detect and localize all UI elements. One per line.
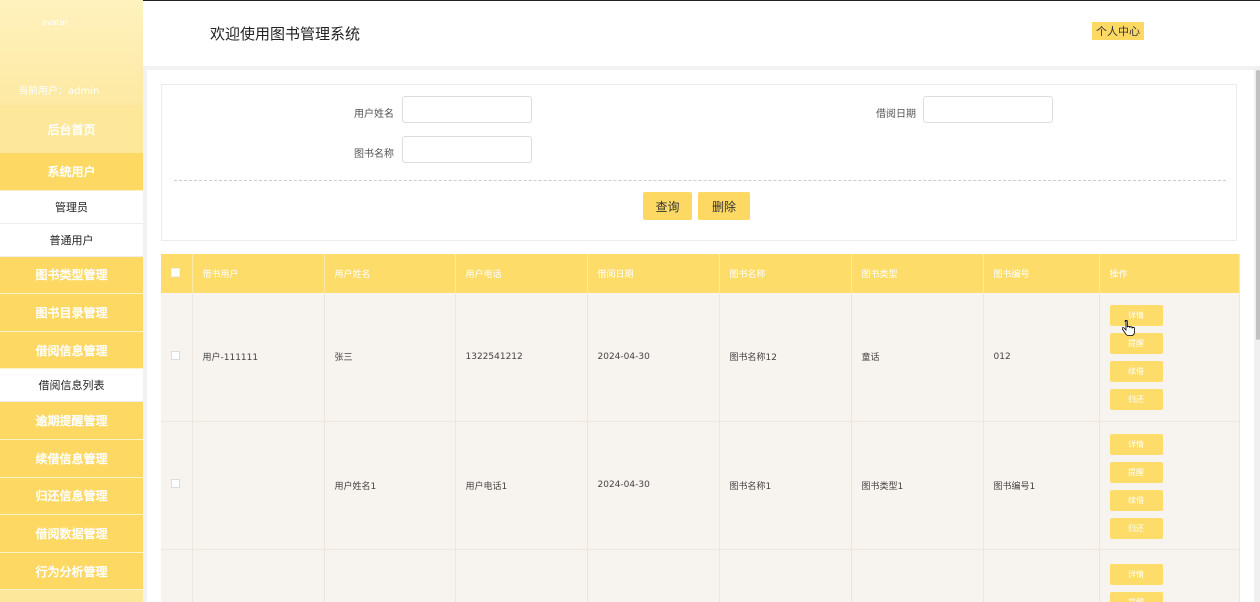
cell-user-name: 用户姓名1 xyxy=(324,421,456,550)
cell-borrower xyxy=(192,421,325,550)
sidebar-item-home[interactable]: 后台首页 xyxy=(0,105,143,153)
row-checkbox[interactable] xyxy=(161,549,193,602)
col-book-type: 图书类型 xyxy=(851,254,984,293)
top-header: 欢迎使用图书管理系统 个人中心 xyxy=(143,0,1260,66)
renew-button[interactable]: 续借 xyxy=(1109,489,1163,511)
cell-actions: 详情 提醒 续借 归还 xyxy=(1099,421,1240,550)
sidebar-item-book-type[interactable]: 图书类型管理 xyxy=(0,256,143,295)
cell-user-phone xyxy=(455,549,588,602)
col-actions: 操作 xyxy=(1099,254,1240,293)
sidebar-item-book-catalog[interactable]: 图书目录管理 xyxy=(0,294,143,332)
detail-button[interactable]: 详情 xyxy=(1109,433,1163,455)
sidebar-subitem-admin[interactable]: 管理员 xyxy=(0,190,143,224)
table-row: 用户姓名1 用户电话1 2024-04-30 图书名称1 图书类型1 图书编号1… xyxy=(161,421,1240,550)
sidebar-subitem-borrow-list[interactable]: 借阅信息列表 xyxy=(0,369,143,403)
cell-actions: 详情 提醒 续借 归还 xyxy=(1099,293,1240,422)
table-header-row: 借书用户 用户姓名 用户电话 借阅日期 图书名称 图书类型 图书编号 操作 xyxy=(161,254,1240,293)
col-user-phone: 用户电话 xyxy=(455,254,588,293)
detail-button[interactable]: 详情 xyxy=(1109,305,1163,327)
return-button[interactable]: 归还 xyxy=(1109,389,1163,411)
cell-book-number: 图书编号1 xyxy=(983,421,1100,550)
user-name-input[interactable] xyxy=(402,96,532,123)
cell-book-name: 图书名称1 xyxy=(719,421,852,550)
remind-button[interactable]: 提醒 xyxy=(1109,591,1163,602)
cell-book-number: 012 xyxy=(983,293,1100,422)
col-borrow-date: 借阅日期 xyxy=(587,254,720,293)
col-user-name: 用户姓名 xyxy=(324,254,456,293)
borrow-date-input[interactable] xyxy=(923,96,1053,123)
return-button[interactable]: 归还 xyxy=(1109,517,1163,539)
sidebar-item-borrow-data[interactable]: 借阅数据管理 xyxy=(0,515,143,553)
remind-button[interactable]: 提醒 xyxy=(1109,461,1163,483)
sidebar-profile: avatar 当前用户：admin xyxy=(0,0,143,105)
borrow-table: 借书用户 用户姓名 用户电话 借阅日期 图书名称 图书类型 图书编号 操作 用户… xyxy=(161,254,1240,602)
cell-borrower: 用户-111111 xyxy=(192,293,325,422)
book-name-input[interactable] xyxy=(402,136,532,163)
cell-book-type: 童话 xyxy=(851,293,984,422)
delete-button[interactable]: 删除 xyxy=(698,192,750,220)
cell-borrow-date: 2024-04-30 xyxy=(587,421,720,550)
col-borrower: 借书用户 xyxy=(192,254,325,293)
book-name-label: 图书名称 xyxy=(354,149,394,160)
current-user-label: 当前用户：admin xyxy=(18,86,100,97)
col-book-name: 图书名称 xyxy=(719,254,852,293)
cell-book-type: 图书类型1 xyxy=(851,421,984,550)
row-checkbox[interactable] xyxy=(161,293,193,422)
remind-button[interactable]: 提醒 xyxy=(1109,333,1163,355)
cell-book-name: 图书名称12 xyxy=(719,293,852,422)
detail-button[interactable]: 详情 xyxy=(1109,563,1163,585)
sidebar-item-system-users[interactable]: 系统用户 xyxy=(0,153,143,191)
borrow-date-label: 借阅日期 xyxy=(876,109,916,120)
cell-user-name xyxy=(324,549,456,602)
scrollbar-thumb[interactable] xyxy=(1256,70,1260,340)
cell-borrower xyxy=(192,549,325,602)
cell-user-phone: 1322541212 xyxy=(455,293,588,422)
search-divider xyxy=(174,180,1226,181)
cell-book-name xyxy=(719,549,852,602)
personal-center-button[interactable]: 个人中心 xyxy=(1092,22,1144,40)
cell-book-type xyxy=(851,549,984,602)
cell-book-number xyxy=(983,549,1100,602)
row-checkbox[interactable] xyxy=(161,421,193,550)
renew-button[interactable]: 续借 xyxy=(1109,361,1163,383)
select-all-checkbox[interactable] xyxy=(161,254,193,293)
sidebar-item-overdue[interactable]: 逾期提醒管理 xyxy=(0,402,143,440)
sidebar-item-return[interactable]: 归还信息管理 xyxy=(0,477,143,516)
sidebar-subitem-normal-users[interactable]: 普通用户 xyxy=(0,223,143,257)
sidebar: avatar 当前用户：admin 后台首页 系统用户 管理员 普通用户 图书类… xyxy=(0,0,143,602)
sidebar-item-behavior[interactable]: 行为分析管理 xyxy=(0,552,143,591)
col-book-number: 图书编号 xyxy=(983,254,1100,293)
app-title: 欢迎使用图书管理系统 xyxy=(210,25,361,43)
hand-pointer-icon xyxy=(1122,320,1135,336)
cell-user-phone: 用户电话1 xyxy=(455,421,588,550)
sidebar-item-borrow-info[interactable]: 借阅信息管理 xyxy=(0,331,143,370)
user-name-label: 用户姓名 xyxy=(354,109,394,120)
table-row: 详情 提醒 xyxy=(161,549,1240,602)
query-button[interactable]: 查询 xyxy=(643,192,692,220)
search-panel: 用户姓名 借阅日期 图书名称 查询 删除 xyxy=(161,84,1237,241)
cell-actions: 详情 提醒 xyxy=(1099,549,1240,602)
cell-borrow-date: 2024-04-30 xyxy=(587,293,720,422)
main-content: 用户姓名 借阅日期 图书名称 查询 删除 借书用户 用户姓名 用户电话 借阅日期… xyxy=(147,70,1254,602)
avatar: avatar xyxy=(42,18,68,27)
sidebar-item-renew[interactable]: 续借信息管理 xyxy=(0,439,143,478)
table-row: 用户-111111 张三 1322541212 2024-04-30 图书名称1… xyxy=(161,293,1240,422)
cell-user-name: 张三 xyxy=(324,293,456,422)
cell-borrow-date xyxy=(587,549,720,602)
